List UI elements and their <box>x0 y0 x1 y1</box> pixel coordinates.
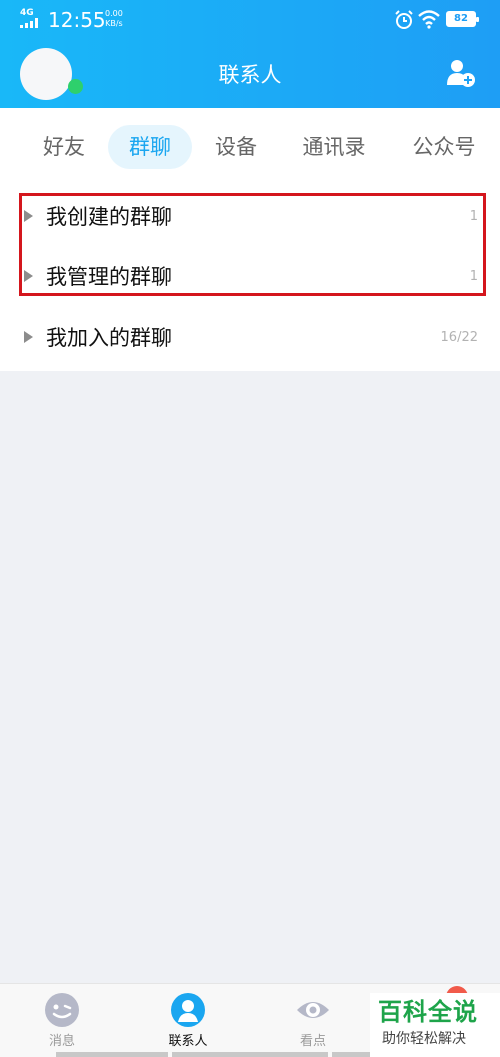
home-indicator <box>56 1052 168 1057</box>
nav-label: 看点 <box>299 1034 326 1049</box>
page-title: 联系人 <box>218 63 282 87</box>
nav-discover[interactable]: 看点 <box>263 992 363 1052</box>
home-indicator <box>172 1052 328 1057</box>
nav-label: 联系人 <box>168 1034 208 1049</box>
nav-messages[interactable]: 消息 <box>12 992 112 1052</box>
status-time: 12:55 <box>48 8 106 32</box>
tab-address-book[interactable]: 通讯录 <box>286 125 382 169</box>
tab-devices[interactable]: 设备 <box>198 125 274 169</box>
group-category-count: 16/22 <box>440 330 478 345</box>
nav-contacts[interactable]: 联系人 <box>138 992 238 1052</box>
speed-value: 0.00 <box>105 9 123 18</box>
watermark-title: 百科全说 <box>378 998 478 1026</box>
app-header: 4G 12:55 0.00 KB/s 82 联系人 <box>0 0 500 108</box>
watermark-subtitle: 助你轻松解决 <box>382 1031 466 1047</box>
eye-icon <box>297 1002 329 1018</box>
contacts-icon <box>171 993 205 1027</box>
tab-official-accounts[interactable]: 公众号 <box>396 125 492 169</box>
message-icon <box>45 993 79 1027</box>
network-speed: 0.00 KB/s <box>105 9 123 29</box>
wifi-icon <box>418 10 440 29</box>
alarm-icon <box>395 10 413 29</box>
watermark-logo: 百科全说 助你轻松解决 <box>370 993 500 1057</box>
annotation-highlight-box <box>19 193 486 296</box>
battery-indicator: 82 <box>446 11 479 27</box>
group-category-label: 我加入的群聊 <box>46 326 172 350</box>
tab-groups[interactable]: 群聊 <box>108 125 192 169</box>
tab-friends[interactable]: 好友 <box>26 125 102 169</box>
expand-arrow-icon <box>24 331 33 343</box>
speed-unit: KB/s <box>105 19 123 28</box>
network-type: 4G <box>20 8 34 18</box>
contact-tabs: 好友 群聊 设备 通讯录 公众号 <box>0 108 500 188</box>
group-category-joined[interactable]: 我加入的群聊 16/22 <box>0 309 500 369</box>
status-bar: 4G 12:55 0.00 KB/s 82 <box>0 0 500 40</box>
nav-label: 消息 <box>48 1034 75 1049</box>
signal-icon <box>20 18 42 28</box>
add-contact-icon[interactable] <box>446 58 476 88</box>
